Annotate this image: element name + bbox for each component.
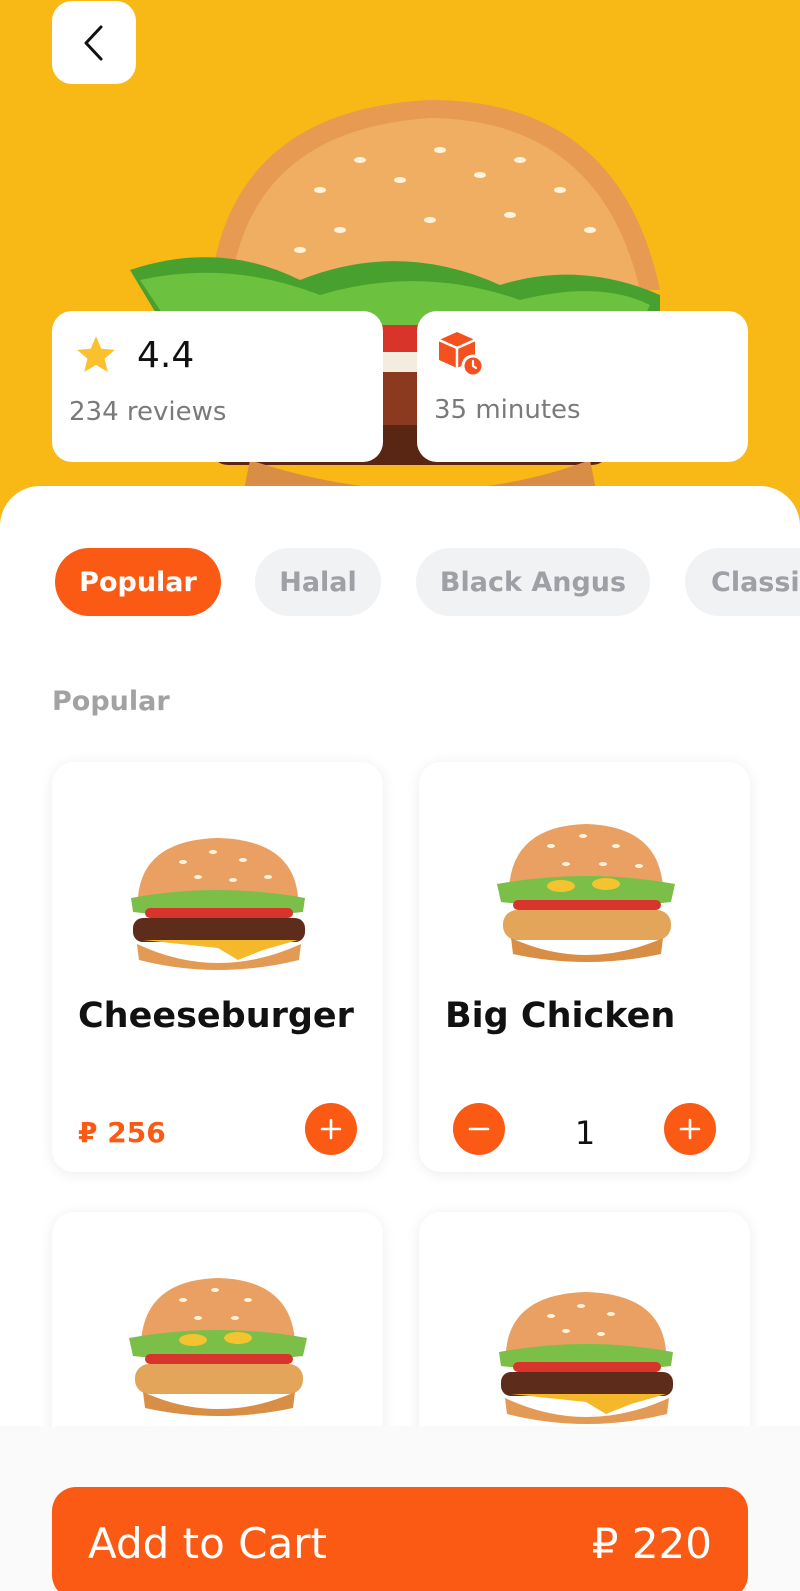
beef-burger-image — [499, 1292, 673, 1424]
section-title: Popular — [52, 686, 170, 717]
plus-icon — [320, 1118, 342, 1140]
plus-icon — [679, 1118, 701, 1140]
add-to-cart-button[interactable]: Add to Cart ₽ 220 — [52, 1487, 748, 1591]
chip-halal[interactable]: Halal — [255, 548, 381, 616]
rating-card: 4.4 234 reviews — [52, 311, 383, 462]
cheeseburger-image — [131, 838, 305, 970]
product-price: ₽ 256 — [78, 1116, 166, 1149]
hero-banner: 4.4 234 reviews 35 minutes — [0, 0, 800, 540]
delivery-time-card: 35 minutes — [417, 311, 748, 462]
chip-black-angus[interactable]: Black Angus — [416, 548, 650, 616]
quantity-value: 1 — [574, 1114, 596, 1152]
chevron-left-icon — [84, 25, 103, 60]
product-card[interactable]: Cheeseburger ₽ 256 — [52, 762, 383, 1172]
cart-bar: Add to Cart ₽ 220 — [0, 1426, 800, 1591]
cart-total: ₽ 220 — [591, 1518, 712, 1568]
big-chicken-image — [497, 824, 675, 962]
delivery-time: 35 minutes — [434, 395, 581, 425]
rating-value: 4.4 — [137, 335, 195, 376]
minus-icon — [468, 1127, 490, 1131]
product-name: Big Chicken — [445, 996, 676, 1036]
add-button[interactable] — [305, 1103, 357, 1155]
box-clock-icon — [438, 332, 485, 378]
star-icon — [77, 336, 115, 373]
chip-classic[interactable]: Classi — [685, 548, 800, 616]
product-name: Cheeseburger — [78, 996, 354, 1036]
decrease-button[interactable] — [453, 1103, 505, 1155]
product-card[interactable]: Big Chicken 1 — [419, 762, 750, 1172]
chip-popular[interactable]: Popular — [55, 548, 221, 616]
increase-button[interactable] — [664, 1103, 716, 1155]
chicken-burger-image — [129, 1278, 307, 1416]
reviews-count: 234 reviews — [69, 397, 227, 427]
add-to-cart-label: Add to Cart — [88, 1518, 327, 1568]
back-button[interactable] — [52, 1, 136, 84]
